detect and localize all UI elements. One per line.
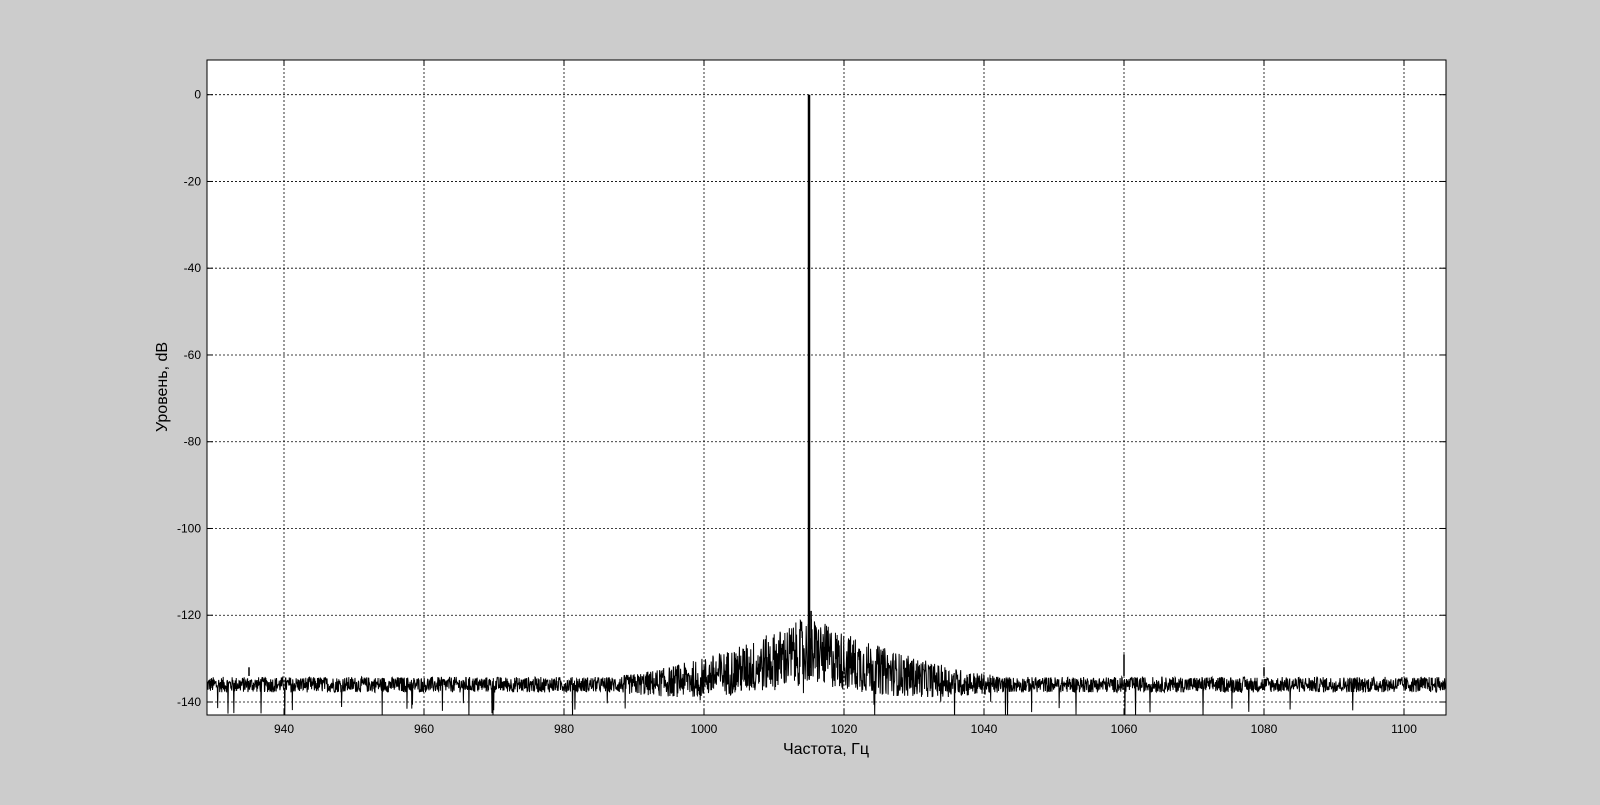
y-tick-label: 0 <box>194 88 201 102</box>
y-tick-label: -140 <box>177 695 201 709</box>
x-tick-label: 980 <box>554 722 574 736</box>
x-tick-label: 1100 <box>1391 722 1417 736</box>
y-tick-label: -60 <box>184 348 202 362</box>
spectrum-figure: 940 960 980 1000 1020 1040 1060 1080 1100 0 -20 -4… <box>0 0 1600 805</box>
x-tick-label: 1080 <box>1251 722 1278 736</box>
y-axis-label: Уровень, dB <box>154 342 171 432</box>
y-tick-label: -40 <box>184 261 202 275</box>
x-axis-label: Частота, Гц <box>783 741 869 758</box>
x-tick-label: 1000 <box>691 722 718 736</box>
x-tick-label: 940 <box>274 722 294 736</box>
y-tick-label: -100 <box>177 521 201 535</box>
x-tick-label: 1060 <box>1111 722 1138 736</box>
x-tick-label: 1020 <box>831 722 858 736</box>
plot-area <box>207 60 1446 715</box>
x-tick-label: 960 <box>414 722 434 736</box>
y-tick-label: -20 <box>184 174 202 188</box>
y-tick-label: -120 <box>177 608 201 622</box>
y-tick-label: -80 <box>184 435 202 449</box>
x-tick-label: 1040 <box>971 722 998 736</box>
